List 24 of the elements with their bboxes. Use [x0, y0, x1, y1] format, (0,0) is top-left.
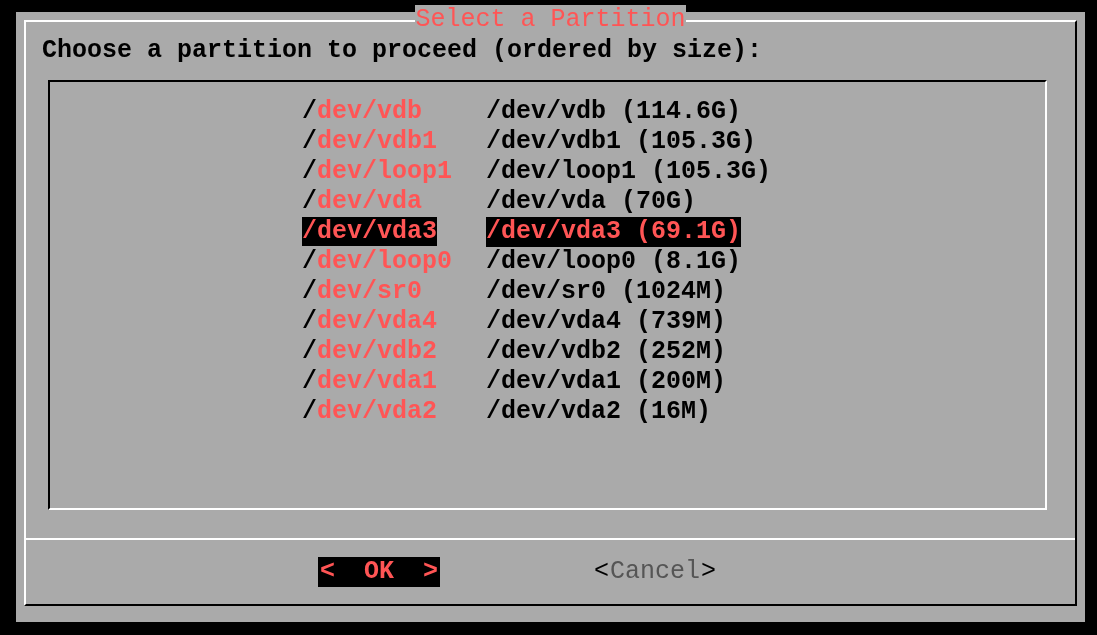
partition-tag[interactable]: /dev/loop1: [302, 157, 452, 187]
dialog-button[interactable]: < OK >: [318, 557, 440, 587]
partition-tag[interactable]: /dev/vdb1: [302, 127, 452, 157]
partition-tag[interactable]: /dev/vdb2: [302, 337, 452, 367]
prompt-text: Choose a partition to proceed (ordered by size):: [42, 36, 763, 65]
partition-tag[interactable]: /dev/vda1: [302, 367, 452, 397]
partition-tag[interactable]: /dev/vda2: [302, 397, 452, 427]
partition-label[interactable]: /dev/vda (70G): [486, 187, 697, 217]
partition-label[interactable]: /dev/vda1 (200M): [486, 367, 727, 397]
partition-label[interactable]: /dev/vda3 (69.1G): [486, 217, 742, 247]
partition-label[interactable]: /dev/vda2 (16M): [486, 397, 712, 427]
partition-tag[interactable]: /dev/vda4: [302, 307, 452, 337]
partition-label[interactable]: /dev/vdb2 (252M): [486, 337, 727, 367]
partition-label[interactable]: /dev/vda4 (739M): [486, 307, 727, 337]
partition-tag[interactable]: /dev/loop0: [302, 247, 452, 277]
partition-tag[interactable]: /dev/vda: [302, 187, 452, 217]
partition-tag[interactable]: /dev/sr0: [302, 277, 452, 307]
partition-label[interactable]: /dev/loop1 (105.3G): [486, 157, 772, 187]
partition-label[interactable]: /dev/vdb (114.6G): [486, 97, 742, 127]
partition-label[interactable]: /dev/sr0 (1024M): [486, 277, 727, 307]
partition-label[interactable]: /dev/loop0 (8.1G): [486, 247, 742, 277]
dialog-button[interactable]: <Cancel>: [594, 557, 716, 587]
partition-label[interactable]: /dev/vdb1 (105.3G): [486, 127, 757, 157]
partition-tag[interactable]: /dev/vdb: [302, 97, 452, 127]
